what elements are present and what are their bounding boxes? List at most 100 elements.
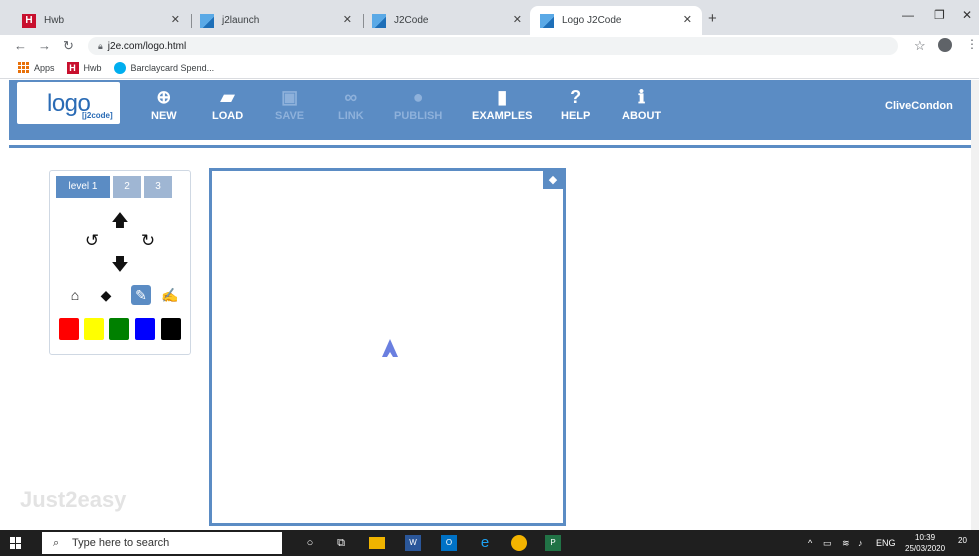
pen-down-icon[interactable]: ✎: [131, 285, 151, 305]
command-palette: level 1 2 3 🡅 ↺ ↻ 🡇 ⌂ ◆ ✎ ✍: [49, 170, 191, 355]
reload-icon[interactable]: ↻: [63, 38, 74, 54]
taskbar-search-input[interactable]: ⌕ Type here to search: [42, 532, 282, 554]
eraser-icon[interactable]: ◆: [96, 285, 116, 305]
bookmark-icon: ▮: [497, 87, 508, 107]
lock-icon: 🔒︎: [98, 41, 103, 51]
tab-logo-j2code[interactable]: Logo J2Code ✕: [530, 6, 702, 35]
floppy-disk-icon: ▣: [281, 87, 299, 107]
color-swatch-yellow[interactable]: [84, 318, 104, 340]
windows-taskbar: ⌕ Type here to search ○ ⧉ W O e P ^ ▭ ≋ …: [0, 530, 979, 556]
help-button[interactable]: ? HELP: [561, 86, 590, 122]
project-icon[interactable]: P: [545, 535, 561, 551]
window-close-icon[interactable]: ✕: [962, 8, 972, 22]
folder-open-icon: ▰: [220, 87, 235, 107]
link-icon: ∞: [344, 87, 358, 107]
profile-icon[interactable]: [938, 38, 952, 52]
edge-icon[interactable]: e: [477, 535, 493, 551]
nav-label: PUBLISH: [394, 110, 443, 122]
apps-grid-icon: [18, 62, 29, 73]
color-swatch-red[interactable]: [59, 318, 79, 340]
nav-label: HELP: [561, 110, 591, 122]
forward-icon[interactable]: →: [38, 38, 51, 53]
header-divider: [9, 145, 971, 148]
language-indicator[interactable]: ENG: [876, 538, 896, 548]
new-button[interactable]: ⊕ NEW: [151, 86, 177, 122]
home-icon[interactable]: ⌂: [65, 285, 85, 305]
barclaycard-icon: [113, 61, 126, 74]
tab-j2launch[interactable]: j2launch ✕: [190, 6, 364, 35]
new-tab-icon[interactable]: +: [708, 10, 717, 27]
globe-icon: ●: [412, 87, 424, 107]
bookmark-label: Barclaycard Spend...: [130, 62, 215, 73]
cortana-icon[interactable]: ○: [302, 535, 318, 551]
menu-dots-icon[interactable]: ⋮: [966, 37, 978, 51]
task-view-icon[interactable]: ⧉: [333, 535, 349, 551]
color-swatch-black[interactable]: [161, 318, 181, 340]
tab-j2code[interactable]: J2Code ✕: [362, 6, 532, 35]
rotate-left-icon[interactable]: ↺: [82, 231, 102, 251]
clock-time: 10:39: [915, 533, 936, 542]
minimize-icon[interactable]: —: [902, 8, 914, 22]
link-button[interactable]: ∞ LINK: [338, 86, 364, 122]
search-icon: ⌕: [53, 537, 60, 549]
tab-hwb[interactable]: H Hwb ✕: [12, 6, 192, 35]
nav-label: SAVE: [275, 110, 305, 122]
turtle-notch: [387, 352, 393, 357]
drawing-canvas[interactable]: ◆: [209, 168, 566, 526]
level-3-tab[interactable]: 3: [144, 176, 172, 198]
page-scrollbar[interactable]: [971, 80, 979, 530]
wifi-icon[interactable]: ≋: [842, 538, 850, 549]
j2e-icon: [372, 13, 386, 28]
bookmark-barclaycard[interactable]: Barclaycard Spend...: [113, 61, 215, 74]
tray-chevron-icon[interactable]: ^: [808, 538, 812, 548]
chrome-icon[interactable]: [511, 535, 527, 551]
plus-circle-icon: ⊕: [156, 87, 172, 107]
just2easy-brand: Just2easy: [20, 487, 127, 512]
outlook-icon[interactable]: O: [441, 535, 457, 551]
load-button[interactable]: ▰ LOAD: [212, 86, 243, 122]
examples-button[interactable]: ▮ EXAMPLES: [472, 86, 533, 122]
app-logo[interactable]: logo [j2code]: [17, 82, 120, 124]
windows-start-icon[interactable]: [10, 537, 22, 549]
backward-arrow-icon[interactable]: 🡇: [110, 255, 130, 275]
color-swatch-green[interactable]: [109, 318, 129, 340]
pen-up-icon[interactable]: ✍: [160, 285, 180, 305]
close-icon[interactable]: ✕: [513, 13, 522, 26]
level-1-tab[interactable]: level 1: [56, 176, 110, 198]
info-icon: ℹ: [638, 87, 645, 107]
notification-count[interactable]: 20: [958, 536, 967, 545]
close-icon[interactable]: ✕: [343, 13, 352, 26]
rotate-right-icon[interactable]: ↻: [138, 231, 158, 251]
clock-date: 25/03/2020: [905, 544, 946, 553]
word-icon[interactable]: W: [405, 535, 421, 551]
bookmark-hwb[interactable]: H Hwb: [66, 61, 102, 74]
file-explorer-icon[interactable]: [369, 537, 385, 549]
system-clock[interactable]: 10:39 25/03/2020: [905, 532, 945, 554]
bookmark-apps[interactable]: Apps: [18, 62, 55, 73]
battery-icon[interactable]: ▭: [823, 538, 832, 549]
nav-label: NEW: [151, 110, 177, 122]
j2e-icon: [540, 13, 554, 28]
user-account-link[interactable]: CliveCondon: [885, 100, 953, 112]
volume-icon[interactable]: ♪: [858, 538, 863, 548]
address-row: ← → ↻ 🔒︎ j2e.com/logo.html ☆ ⋮: [0, 35, 979, 57]
publish-button[interactable]: ● PUBLISH: [394, 86, 442, 122]
about-button[interactable]: ℹ ABOUT: [622, 86, 661, 122]
url-text: j2e.com/logo.html: [107, 41, 187, 52]
nav-label: ABOUT: [622, 110, 662, 122]
level-2-tab[interactable]: 2: [113, 176, 141, 198]
close-icon[interactable]: ✕: [683, 13, 692, 26]
restore-icon[interactable]: ❐: [934, 8, 945, 22]
forward-arrow-icon[interactable]: 🡅: [110, 211, 130, 231]
hwb-icon: H: [22, 13, 36, 28]
close-icon[interactable]: ✕: [171, 13, 180, 26]
back-icon[interactable]: ←: [14, 38, 27, 53]
save-button[interactable]: ▣ SAVE: [275, 86, 304, 122]
url-bar[interactable]: 🔒︎ j2e.com/logo.html: [88, 37, 898, 55]
tab-title: j2launch: [222, 15, 260, 26]
star-icon[interactable]: ☆: [914, 38, 926, 54]
color-swatch-blue[interactable]: [135, 318, 155, 340]
hwb-icon: H: [66, 61, 79, 74]
question-mark-icon: ?: [570, 87, 582, 107]
clear-canvas-icon[interactable]: ◆: [543, 171, 563, 189]
